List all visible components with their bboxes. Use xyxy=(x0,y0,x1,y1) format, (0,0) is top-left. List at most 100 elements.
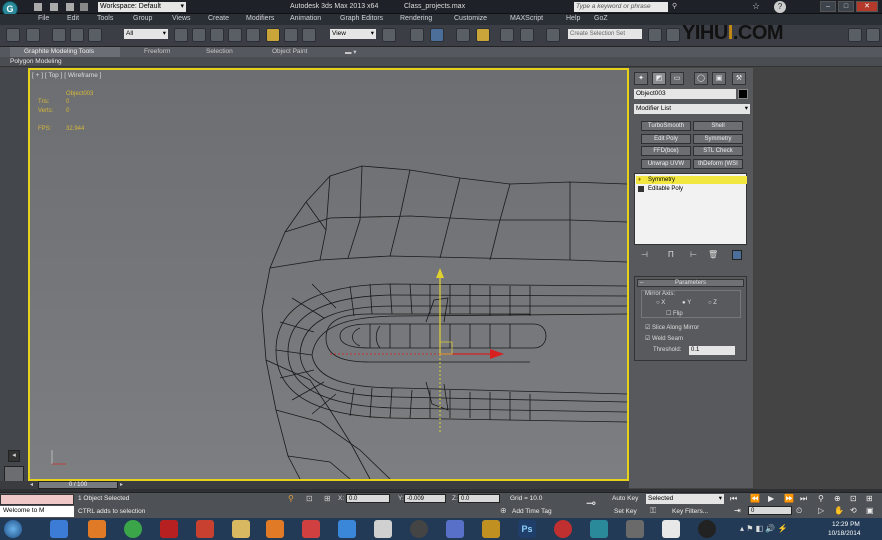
axis-x-radio[interactable]: ○ X xyxy=(656,300,665,306)
menu-modifiers[interactable]: Modifiers xyxy=(246,15,274,22)
create-tab-icon[interactable]: ✦ xyxy=(634,72,648,85)
named-selection-dropdown[interactable]: Create Selection Set xyxy=(568,29,642,39)
prev-frame-icon[interactable]: ◂ xyxy=(30,481,33,488)
render-setup-icon[interactable] xyxy=(848,28,862,42)
start-button[interactable] xyxy=(4,520,22,538)
app-icon-8[interactable] xyxy=(302,520,320,538)
menu-graph-editors[interactable]: Graph Editors xyxy=(340,15,383,22)
weld-seam-checkbox[interactable]: ☑ Weld Seam xyxy=(645,335,683,342)
explorer-icon[interactable] xyxy=(232,520,250,538)
stack-item-symmetry[interactable]: ♦ Symmetry xyxy=(636,176,747,184)
menu-help[interactable]: Help xyxy=(566,15,580,22)
go-to-start-icon[interactable]: ⏮ xyxy=(730,494,737,504)
edit-poly-button[interactable]: Edit Poly xyxy=(641,134,691,144)
menu-maxscript[interactable]: MAXScript xyxy=(510,15,543,22)
orbit-icon[interactable]: ⟲ xyxy=(850,506,857,515)
menu-goz[interactable]: GoZ xyxy=(594,15,608,22)
menu-rendering[interactable]: Rendering xyxy=(400,15,432,22)
photoshop-icon[interactable]: Ps xyxy=(518,520,536,538)
slice-along-mirror-checkbox[interactable]: ☑ Slice Along Mirror xyxy=(645,324,699,331)
prev-key-icon[interactable]: ⏪ xyxy=(750,494,760,503)
set-key-icon[interactable]: ⚿ xyxy=(650,506,656,516)
percent-snap-icon[interactable] xyxy=(500,28,514,42)
object-name-field[interactable]: Object003 xyxy=(634,89,736,99)
time-slider-thumb[interactable]: 0 / 100 xyxy=(38,481,118,489)
axis-y-radio[interactable]: ● Y xyxy=(682,300,691,306)
zoom-all-icon[interactable]: ⊕ xyxy=(834,494,841,503)
modifier-list-dropdown[interactable]: Modifier List ▾ xyxy=(634,104,750,114)
time-tag-icon[interactable]: ⊕ xyxy=(500,506,507,515)
app-icon-15[interactable] xyxy=(554,520,572,538)
select-object-icon[interactable] xyxy=(174,28,188,42)
auto-key-button[interactable]: Auto Key xyxy=(612,495,638,502)
display-tab-icon[interactable]: ▣ xyxy=(712,72,726,85)
close-button[interactable]: ✕ xyxy=(856,1,878,12)
flip-checkbox[interactable]: ☐ Flip xyxy=(666,310,683,317)
select-manipulate-icon[interactable] xyxy=(410,28,424,42)
app-icon-19[interactable] xyxy=(698,520,716,538)
welcome-field[interactable]: Welcome to M xyxy=(0,506,74,517)
menu-customize[interactable]: Customize xyxy=(454,15,487,22)
tab-freeform[interactable]: Freeform xyxy=(144,48,170,55)
key-icon[interactable]: ⊸ xyxy=(586,496,596,510)
time-config-icon[interactable]: ⏲ xyxy=(796,506,802,516)
app-icon-5[interactable] xyxy=(196,520,214,538)
fov-icon[interactable]: ▷ xyxy=(818,506,824,515)
clock-date[interactable]: 10/18/2014 xyxy=(828,530,861,537)
quick-open-icon[interactable] xyxy=(50,3,58,11)
configure-sets-icon[interactable] xyxy=(732,250,742,260)
3dsmax-taskbar-icon[interactable] xyxy=(590,520,608,538)
maximize-viewport-icon[interactable]: ▣ xyxy=(866,506,874,515)
threshold-spinner[interactable]: 0.1 xyxy=(689,346,735,355)
angle-snap-icon[interactable] xyxy=(476,28,490,42)
menu-tools[interactable]: Tools xyxy=(97,15,113,22)
make-unique-icon[interactable]: ⊢ xyxy=(690,250,697,259)
menu-file[interactable]: File xyxy=(38,15,49,22)
link-icon[interactable] xyxy=(52,28,66,42)
select-by-name-icon[interactable] xyxy=(192,28,206,42)
time-slider[interactable]: 0 / 100 ◂ ▸ xyxy=(0,481,629,489)
align-icon[interactable] xyxy=(666,28,680,42)
remove-modifier-icon[interactable]: 🗑 xyxy=(708,250,718,259)
quick-save-icon[interactable] xyxy=(66,3,74,11)
star-icon[interactable]: ☆ xyxy=(752,1,760,12)
shell-button[interactable]: Shell xyxy=(693,121,743,131)
transform-mode-icon[interactable]: ⊞ xyxy=(324,494,331,503)
key-mode-toggle-icon[interactable]: ⇥ xyxy=(734,506,741,515)
app-icon-12[interactable] xyxy=(446,520,464,538)
app-icon-11[interactable] xyxy=(410,520,428,538)
maxscript-mini-listener[interactable] xyxy=(0,494,74,505)
window-crossing-icon[interactable] xyxy=(228,28,242,42)
play-icon[interactable]: ▶ xyxy=(768,494,774,503)
spinner-snap-icon[interactable] xyxy=(520,28,534,42)
quick-new-icon[interactable] xyxy=(34,3,42,11)
tab-selection[interactable]: Selection xyxy=(206,48,233,55)
key-mode-dropdown[interactable]: Selected ▾ xyxy=(646,494,724,504)
search-input[interactable]: Type a keyword or phrase xyxy=(574,2,668,12)
firefox-icon[interactable] xyxy=(88,520,106,538)
current-frame-field[interactable]: 0 xyxy=(748,506,792,515)
undo-quick-icon[interactable] xyxy=(80,3,88,11)
key-filters-button[interactable]: Key Filters... xyxy=(672,508,708,515)
menu-create[interactable]: Create xyxy=(208,15,229,22)
y-coordinate-field[interactable]: -0.009 xyxy=(404,494,446,503)
render-frame-icon[interactable] xyxy=(866,28,880,42)
clock-time[interactable]: 12:29 PM xyxy=(832,521,860,528)
stack-item-editable-poly[interactable]: Editable Poly xyxy=(636,185,747,193)
tab-object-paint[interactable]: Object Paint xyxy=(272,48,307,55)
workspace-dropdown[interactable]: Workspace: Default ▾ xyxy=(98,2,186,12)
lock-selection-icon[interactable]: ⚲ xyxy=(288,494,294,503)
unwrap-uvw-button[interactable]: Unwrap UVW xyxy=(641,159,691,169)
hierarchy-tab-icon[interactable]: ▭ xyxy=(670,72,684,85)
zoom-extents-all-icon[interactable]: ⊞ xyxy=(866,494,873,503)
add-time-tag[interactable]: Add Time Tag xyxy=(512,508,552,515)
show-end-result-icon[interactable]: Π xyxy=(668,250,674,259)
app-icon-17[interactable] xyxy=(626,520,644,538)
media-player-icon[interactable] xyxy=(266,520,284,538)
menu-edit[interactable]: Edit xyxy=(67,15,79,22)
mirror-icon[interactable] xyxy=(648,28,662,42)
ribbon-options-icon[interactable]: ▬ ▾ xyxy=(345,48,357,56)
rotate-icon[interactable] xyxy=(284,28,298,42)
dropbox-icon[interactable] xyxy=(338,520,356,538)
viewport-label[interactable]: [ + ] [ Top ] [ Wireframe ] xyxy=(32,72,101,79)
